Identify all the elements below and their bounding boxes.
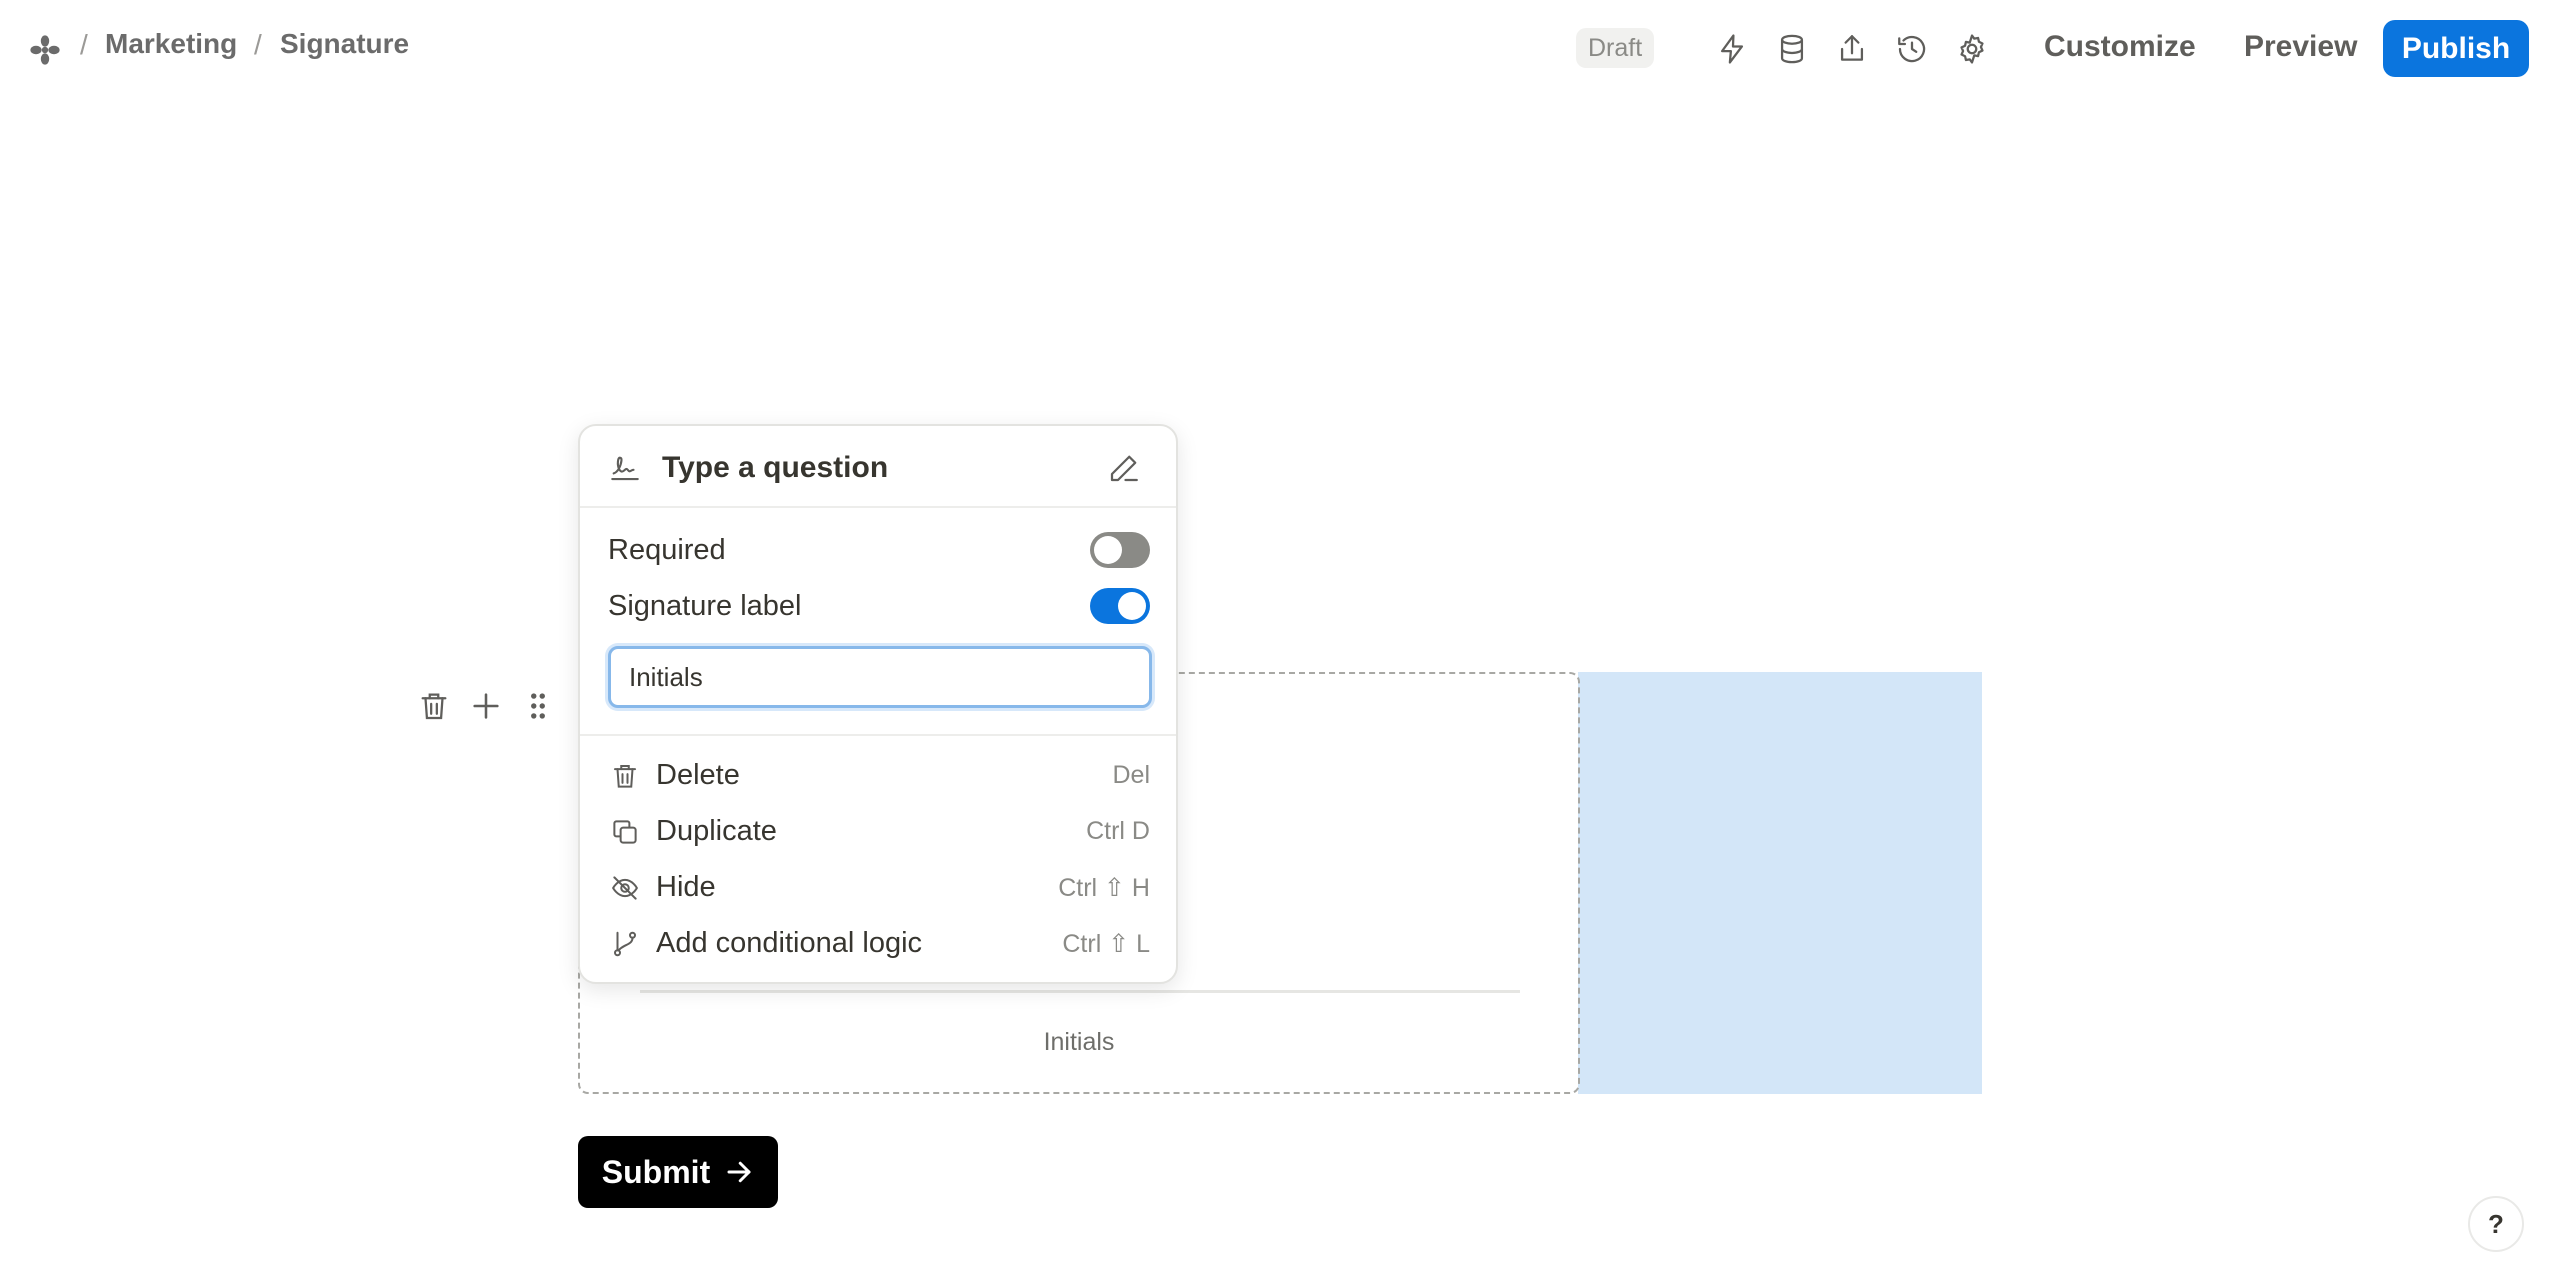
toggle-knob (1118, 592, 1146, 620)
menu-item-duplicate[interactable]: Duplicate Ctrl D (598, 806, 1162, 858)
shortcut-hint: Del (1112, 761, 1150, 789)
popup-header: Type a question (580, 426, 1176, 508)
app-logo-icon[interactable] (28, 33, 62, 67)
branch-icon (608, 927, 642, 961)
signature-label-toggle[interactable] (1090, 588, 1150, 624)
breadcrumb-separator: / (80, 29, 88, 60)
shortcut-hint: Ctrl ⇧ H (1058, 874, 1150, 902)
breadcrumb-separator: / (254, 29, 262, 60)
menu-item-label: Add conditional logic (656, 927, 923, 959)
app-root: / Marketing / Signature Draft Customize … (0, 0, 2552, 1280)
menu-item-label: Hide (656, 871, 716, 903)
share-icon[interactable] (1832, 29, 1872, 69)
menu-item-delete[interactable]: Delete Del (598, 750, 1162, 802)
trash-icon[interactable] (414, 686, 454, 726)
signature-caption: Initials (1043, 1028, 1115, 1056)
help-button[interactable]: ? (2468, 1196, 2524, 1252)
shortcut-hint: Ctrl D (1086, 817, 1150, 845)
required-toggle[interactable] (1090, 532, 1150, 568)
status-badge: Draft (1576, 28, 1655, 68)
drag-handle-icon[interactable] (518, 686, 558, 726)
preview-button[interactable]: Preview (2244, 30, 2357, 64)
settings-icon[interactable] (1952, 29, 1992, 69)
signature-label-label: Signature label (608, 590, 802, 622)
top-bar: / Marketing / Signature Draft Customize … (0, 0, 2552, 98)
bolt-icon[interactable] (1712, 29, 1752, 69)
submit-button[interactable]: Submit (578, 1136, 778, 1208)
history-icon[interactable] (1892, 29, 1932, 69)
menu-item-hide[interactable]: Hide Ctrl ⇧ H (598, 862, 1162, 914)
required-label: Required (608, 534, 726, 566)
signature-label-input[interactable] (608, 646, 1152, 708)
menu-item-label: Delete (656, 759, 740, 791)
toggle-knob (1094, 536, 1122, 564)
drop-highlight (1578, 672, 1982, 1094)
breadcrumb-signature[interactable]: Signature (280, 28, 409, 60)
duplicate-icon (608, 815, 642, 849)
question-title[interactable]: Type a question (662, 451, 888, 485)
signature-icon (608, 450, 642, 484)
menu-item-conditional-logic[interactable]: Add conditional logic Ctrl ⇧ L (598, 918, 1162, 970)
eye-off-icon (608, 871, 642, 905)
plus-icon[interactable] (466, 686, 506, 726)
pencil-icon[interactable] (1104, 448, 1144, 488)
customize-button[interactable]: Customize (2044, 30, 2196, 64)
publish-button[interactable]: Publish (2383, 20, 2529, 77)
database-icon[interactable] (1772, 29, 1812, 69)
menu-item-label: Duplicate (656, 815, 777, 847)
signature-line (640, 990, 1520, 993)
arrow-right-icon (727, 1161, 751, 1183)
breadcrumb-marketing[interactable]: Marketing (105, 28, 237, 60)
submit-label: Submit (601, 1153, 711, 1190)
field-settings-popup: Type a question Required Signature label… (578, 424, 1178, 984)
shortcut-hint: Ctrl ⇧ L (1062, 930, 1150, 958)
trash-icon (608, 759, 642, 793)
popup-divider (580, 734, 1176, 736)
